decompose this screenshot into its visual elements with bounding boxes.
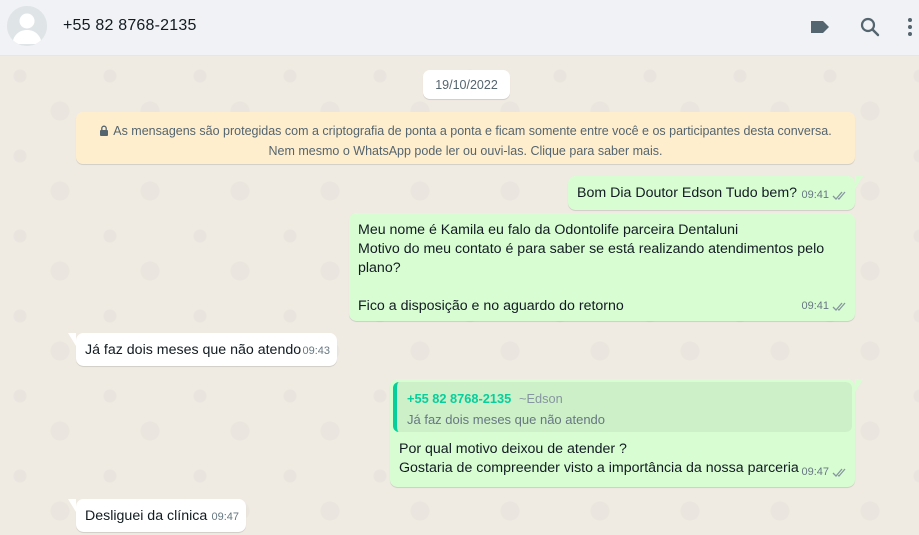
label-icon[interactable] xyxy=(808,15,832,39)
message-meta: 09:41 xyxy=(801,186,848,205)
double-check-icon xyxy=(832,468,846,477)
chat-area[interactable]: 19/10/2022 As mensagens são protegidas c… xyxy=(0,56,919,535)
chat-header: +55 82 8768-2135 xyxy=(0,0,919,56)
double-check-icon xyxy=(832,191,846,200)
message-text: Bom Dia Doutor Edson Tudo bem? xyxy=(577,185,798,201)
message-time: 09:43 xyxy=(302,345,330,357)
message-bubble-outgoing[interactable]: Meu nome é Kamila eu falo da Odontolife … xyxy=(349,213,855,321)
date-chip: 19/10/2022 xyxy=(423,70,510,99)
quoted-text: Já faz dois meses que não atendo xyxy=(407,412,606,427)
avatar-placeholder-icon xyxy=(7,6,47,46)
message-text: Por qual motivo deixou de atender ? Gost… xyxy=(399,441,799,476)
contact-name[interactable]: +55 82 8768-2135 xyxy=(63,17,197,35)
encryption-notice[interactable]: As mensagens são protegidas com a cripto… xyxy=(76,112,855,164)
message-bubble-incoming[interactable]: Já faz dois meses que não atendo 09:43 xyxy=(68,333,337,366)
quoted-message[interactable]: +55 82 8768-2135 ~Edson Já faz dois mese… xyxy=(393,382,852,432)
search-icon[interactable] xyxy=(858,15,882,39)
encryption-notice-line1: As mensagens são protegidas com a cripto… xyxy=(113,124,832,138)
message-time: 09:47 xyxy=(801,466,829,478)
message-time: 09:47 xyxy=(211,511,239,523)
double-check-icon xyxy=(832,302,846,311)
message-meta: 09:47 xyxy=(801,463,848,482)
quoted-sender-number: +55 82 8768-2135 xyxy=(407,391,512,406)
message-text: Já faz dois meses que não atendo xyxy=(85,342,302,358)
message-text: Meu nome é Kamila eu falo da Odontolife … xyxy=(358,222,825,314)
bubble-tail xyxy=(68,333,76,346)
message-bubble-incoming[interactable]: Desliguei da clínica 09:47 xyxy=(68,499,246,532)
message-bubble-outgoing[interactable]: Bom Dia Doutor Edson Tudo bem? 09:41 xyxy=(568,176,863,210)
lock-icon xyxy=(100,125,109,136)
quoted-sender-alias: ~Edson xyxy=(519,391,563,406)
contact-avatar[interactable] xyxy=(7,6,47,46)
message-meta: 09:47 xyxy=(211,508,239,527)
message-time: 09:41 xyxy=(801,300,829,312)
message-meta: 09:43 xyxy=(302,342,330,361)
menu-icon[interactable] xyxy=(898,15,919,39)
encryption-notice-line2: Nem mesmo o WhatsApp pode ler ou ouvi-la… xyxy=(268,144,663,158)
message-meta: 09:41 xyxy=(801,297,848,316)
message-text: Desliguei da clínica xyxy=(85,508,208,524)
message-bubble-outgoing-reply[interactable]: +55 82 8768-2135 ~Edson Já faz dois mese… xyxy=(390,379,863,487)
bubble-tail xyxy=(68,499,76,512)
bubble-tail xyxy=(855,176,863,189)
bubble-tail xyxy=(855,379,863,392)
message-time: 09:41 xyxy=(801,189,829,201)
